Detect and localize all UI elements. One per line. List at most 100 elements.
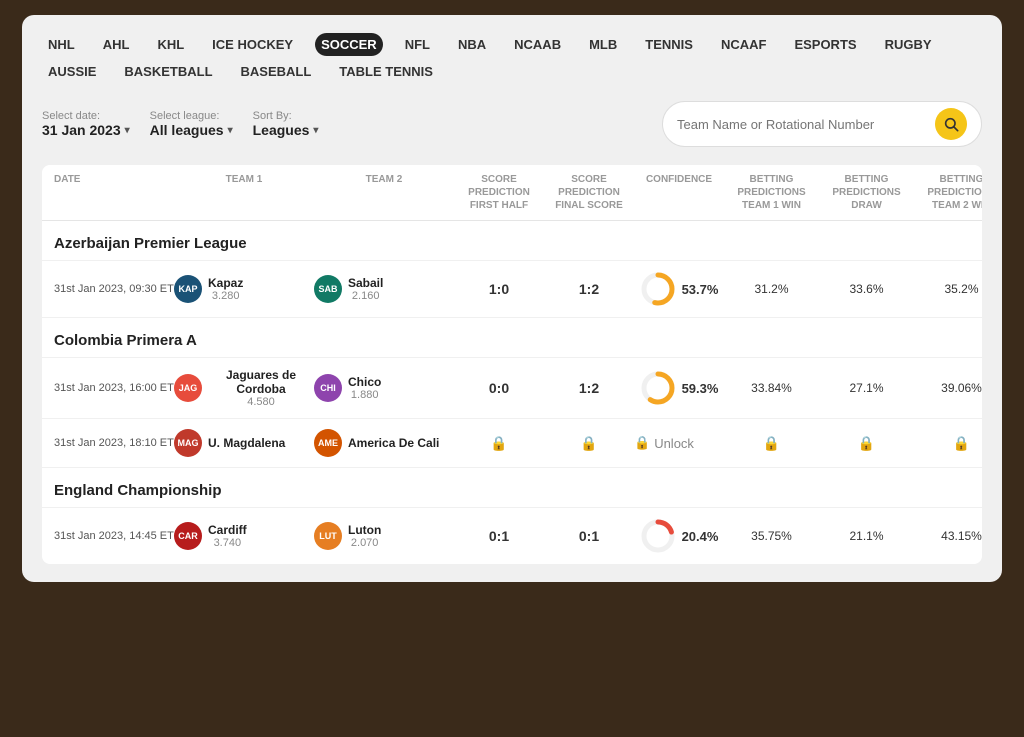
confidence-cell: 53.7% xyxy=(634,271,724,307)
nav-item-rugby[interactable]: RUGBY xyxy=(879,33,938,56)
nav-item-basketball[interactable]: BASKETBALL xyxy=(118,60,218,83)
nav-item-esports[interactable]: ESPORTS xyxy=(788,33,862,56)
league-header: Colombia Primera A xyxy=(42,318,982,358)
team2-odds: 2.070 xyxy=(348,537,381,549)
nav-item-aussie[interactable]: AUSSIE xyxy=(42,60,102,83)
nav-item-baseball[interactable]: BASEBALL xyxy=(235,60,318,83)
nav-item-nba[interactable]: NBA xyxy=(452,33,492,56)
table-row: 31st Jan 2023, 14:45 ET CAR Cardiff 3.74… xyxy=(42,508,982,564)
lock-icon: 🔒 xyxy=(580,435,597,452)
match-date: 31st Jan 2023, 14:45 ET xyxy=(54,528,174,545)
table-row: 31st Jan 2023, 09:30 ET KAP Kapaz 3.280 … xyxy=(42,261,982,318)
team2-logo: LUT xyxy=(314,522,342,550)
search-icon xyxy=(943,116,959,132)
team1-cell: CAR Cardiff 3.740 xyxy=(174,522,314,550)
date-value[interactable]: 31 Jan 2023 ▾ xyxy=(42,122,130,138)
bet-team1: 35.75% xyxy=(724,529,819,543)
team1-odds: 4.580 xyxy=(208,396,314,408)
score-first-half: 0:0 xyxy=(454,380,544,396)
confidence-unlock[interactable]: 🔒 Unlock xyxy=(634,435,724,451)
unlock-label: Unlock xyxy=(654,436,694,451)
nav-item-mlb[interactable]: MLB xyxy=(583,33,623,56)
table-row: 31st Jan 2023, 16:00 ET JAG Jaguares de … xyxy=(42,358,982,419)
nav-item-khl[interactable]: KHL xyxy=(151,33,190,56)
league-header: Azerbaijan Premier League xyxy=(42,221,982,261)
team1-logo: KAP xyxy=(174,275,202,303)
score-first-half-locked: 🔒 xyxy=(454,435,544,452)
score-final: 1:2 xyxy=(544,380,634,396)
team2-cell: CHI Chico 1.880 xyxy=(314,374,454,402)
lock-icon: 🔒 xyxy=(490,435,507,452)
th-bet-draw: BETTINGPREDICTIONSDRAW xyxy=(819,173,914,212)
unlock-button[interactable]: 🔒 Unlock xyxy=(634,435,724,451)
team2-logo: AME xyxy=(314,429,342,457)
nav-item-soccer[interactable]: SOCCER xyxy=(315,33,383,56)
search-button[interactable] xyxy=(935,108,967,140)
bet-draw: 27.1% xyxy=(819,381,914,395)
date-chevron-icon: ▾ xyxy=(125,125,130,136)
match-date: 31st Jan 2023, 09:30 ET xyxy=(54,281,174,298)
table-header: DATE TEAM 1 TEAM 2 SCOREPREDICTIONFIRST … xyxy=(42,165,982,221)
date-label: Select date: xyxy=(42,110,130,122)
bet-team2: 39.06% xyxy=(914,381,982,395)
bet-team1: 31.2% xyxy=(724,282,819,296)
team1-cell: JAG Jaguares de Cordoba 4.580 xyxy=(174,368,314,408)
sport-nav: NHL AHL KHL ICE HOCKEY SOCCER NFL NBA NCAAB MLB T… xyxy=(42,33,982,83)
nav-item-table-tennis[interactable]: TABLE TENNIS xyxy=(333,60,439,83)
team1-name: Cardiff xyxy=(208,523,247,537)
bet-draw: 21.1% xyxy=(819,529,914,543)
score-final: 1:2 xyxy=(544,281,634,297)
team1-odds: 3.740 xyxy=(208,537,247,549)
score-first-half: 0:1 xyxy=(454,528,544,544)
bet-team2: 35.2% xyxy=(914,282,982,296)
nav-item-ncaab[interactable]: NCAAB xyxy=(508,33,567,56)
nav-item-nhl[interactable]: NHL xyxy=(42,33,81,56)
filters-bar: Select date: 31 Jan 2023 ▾ Select league… xyxy=(42,101,982,147)
bet-team2: 43.15% xyxy=(914,529,982,543)
team2-odds: 1.880 xyxy=(348,389,381,401)
lock-icon: 🔒 xyxy=(858,435,875,452)
th-confidence: CONFIDENCE xyxy=(634,173,724,212)
bet-team1: 33.84% xyxy=(724,381,819,395)
lock-icon: 🔒 xyxy=(634,435,650,451)
matches-table: DATE TEAM 1 TEAM 2 SCOREPREDICTIONFIRST … xyxy=(42,165,982,564)
team2-odds: 2.160 xyxy=(348,290,383,302)
lock-icon: 🔒 xyxy=(763,435,780,452)
nav-item-ahl[interactable]: AHL xyxy=(97,33,136,56)
bet-draw: 33.6% xyxy=(819,282,914,296)
match-date: 31st Jan 2023, 16:00 ET xyxy=(54,380,174,397)
team1-name: U. Magdalena xyxy=(208,436,285,450)
nav-item-tennis[interactable]: TENNIS xyxy=(639,33,699,56)
team2-cell: LUT Luton 2.070 xyxy=(314,522,454,550)
nav-item-ncaaf[interactable]: NCAAF xyxy=(715,33,773,56)
confidence-value: 53.7% xyxy=(682,282,719,297)
team1-odds: 3.280 xyxy=(208,290,243,302)
nav-item-nfl[interactable]: NFL xyxy=(399,33,436,56)
team2-cell: AME America De Cali xyxy=(314,429,454,457)
team2-name: Luton xyxy=(348,523,381,537)
team1-name: Jaguares de Cordoba xyxy=(208,368,314,396)
bet-cell-locked: 🔒 xyxy=(819,435,914,452)
team2-logo: SAB xyxy=(314,275,342,303)
main-container: NHL AHL KHL ICE HOCKEY SOCCER NFL NBA NCAAB MLB T… xyxy=(22,15,1002,582)
search-box xyxy=(662,101,982,147)
search-input[interactable] xyxy=(677,117,927,132)
nav-item-ice-hockey[interactable]: ICE HOCKEY xyxy=(206,33,299,56)
matches-body: Azerbaijan Premier League31st Jan 2023, … xyxy=(42,221,982,564)
team2-name: America De Cali xyxy=(348,436,439,450)
team1-cell: KAP Kapaz 3.280 xyxy=(174,275,314,303)
sort-label: Sort By: xyxy=(253,110,319,122)
bet-cell-locked: 🔒 xyxy=(724,435,819,452)
score-first-half: 1:0 xyxy=(454,281,544,297)
table-row: 31st Jan 2023, 18:10 ET MAG U. Magdalena… xyxy=(42,419,982,468)
team1-logo: MAG xyxy=(174,429,202,457)
league-value[interactable]: All leagues ▾ xyxy=(150,122,233,138)
league-filter: Select league: All leagues ▾ xyxy=(150,110,233,138)
match-date: 31st Jan 2023, 18:10 ET xyxy=(54,435,174,452)
team1-logo: JAG xyxy=(174,374,202,402)
team2-name: Chico xyxy=(348,375,381,389)
th-bet-team1: BETTINGPREDICTIONSTEAM 1 WIN xyxy=(724,173,819,212)
score-final: 0:1 xyxy=(544,528,634,544)
team1-cell: MAG U. Magdalena xyxy=(174,429,314,457)
sort-value[interactable]: Leagues ▾ xyxy=(253,122,319,138)
